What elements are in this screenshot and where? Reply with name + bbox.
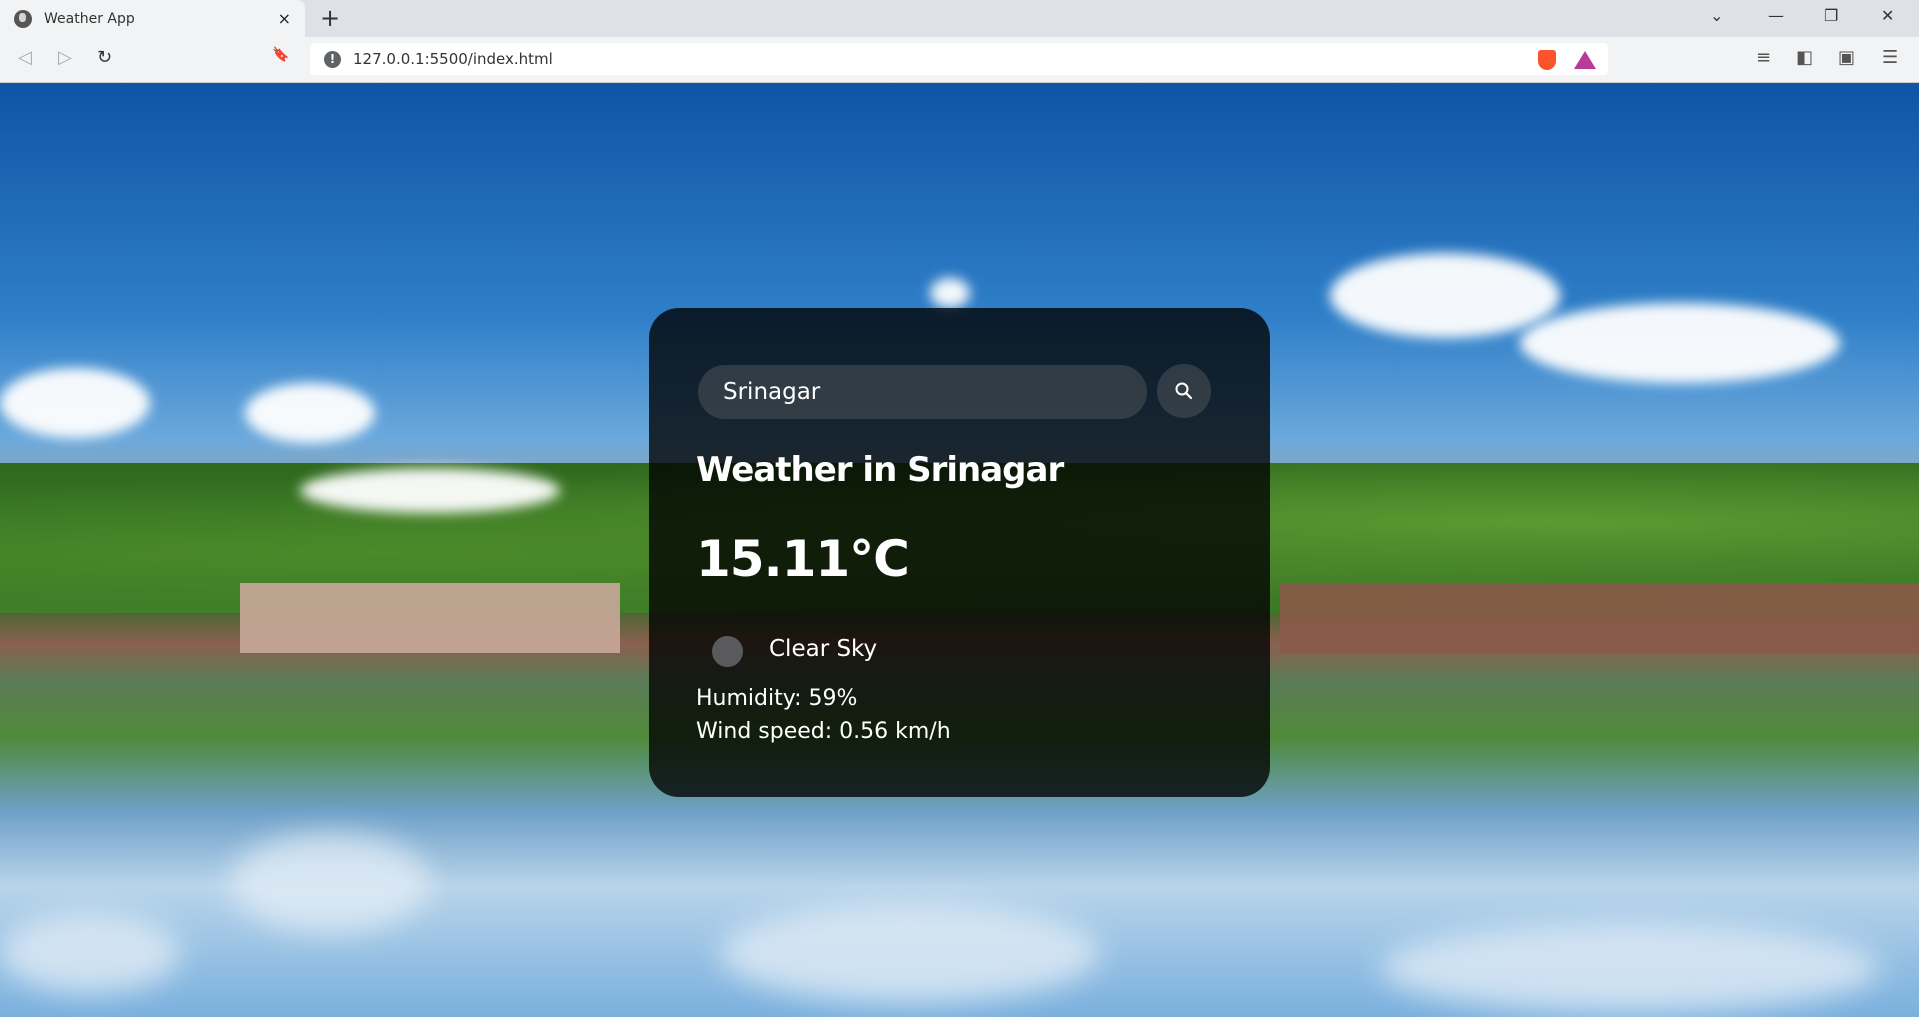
background-cloud <box>300 468 560 513</box>
cloud-reflection <box>720 903 1100 1003</box>
clear-sky-icon <box>712 636 743 667</box>
city-heading: Weather in Srinagar <box>696 450 1064 490</box>
bookmark-button[interactable]: 🔖 <box>272 47 289 63</box>
url-text: 127.0.0.1:5500/index.html <box>353 50 553 68</box>
brave-rewards-icon[interactable] <box>1574 51 1596 69</box>
weather-description: Clear Sky <box>769 636 878 662</box>
address-bar[interactable]: ! 127.0.0.1:5500/index.html <box>310 43 1608 75</box>
background-cloud <box>1520 303 1840 383</box>
tab-weather-app[interactable]: Weather App × <box>0 0 305 37</box>
playlist-icon[interactable]: ≡ <box>1756 47 1771 68</box>
temperature: 15.11°C <box>696 530 910 588</box>
sidebar-icon[interactable]: ◧ <box>1796 47 1813 68</box>
new-tab-button[interactable]: + <box>320 4 340 32</box>
background-cloud <box>0 368 150 438</box>
tab-bar: Weather App × + ⌄ — ❐ ✕ <box>0 0 1919 37</box>
background-houseboats <box>1280 583 1919 653</box>
back-button[interactable]: ◁ <box>18 47 32 68</box>
cloud-reflection <box>230 833 430 933</box>
reload-button[interactable]: ↻ <box>97 47 112 68</box>
globe-icon <box>14 9 32 28</box>
forward-button[interactable]: ▷ <box>58 47 72 68</box>
menu-icon[interactable]: ☰ <box>1882 47 1898 68</box>
background-cloud <box>930 278 970 308</box>
wallet-icon[interactable]: ▣ <box>1838 47 1855 68</box>
restore-button[interactable]: ❐ <box>1824 6 1838 25</box>
wind-speed: Wind speed: 0.56 km/h <box>696 719 951 744</box>
minimize-button[interactable]: — <box>1768 6 1784 25</box>
search-icon <box>1175 382 1193 400</box>
tab-search-chevron-icon[interactable]: ⌄ <box>1710 6 1723 25</box>
cloud-reflection <box>0 913 180 993</box>
tab-close-button[interactable]: × <box>278 9 291 28</box>
brave-shields-icon[interactable] <box>1538 50 1556 70</box>
browser-toolbar: ◁ ▷ ↻ 🔖 ! 127.0.0.1:5500/index.html ≡ ◧ … <box>0 37 1919 83</box>
search-button[interactable] <box>1157 364 1211 418</box>
page-background: Weather in Srinagar 15.11°C Clear Sky Hu… <box>0 83 1919 1017</box>
humidity: Humidity: 59% <box>696 686 858 711</box>
background-cloud <box>245 383 375 443</box>
background-cloud <box>1330 253 1560 338</box>
site-info-icon[interactable]: ! <box>324 50 341 68</box>
city-search-input[interactable] <box>698 365 1147 419</box>
tab-title: Weather App <box>44 10 135 27</box>
cloud-reflection <box>1380 923 1880 1013</box>
close-window-button[interactable]: ✕ <box>1881 6 1894 25</box>
background-houseboats <box>240 583 620 653</box>
weather-card: Weather in Srinagar 15.11°C Clear Sky Hu… <box>649 308 1270 797</box>
